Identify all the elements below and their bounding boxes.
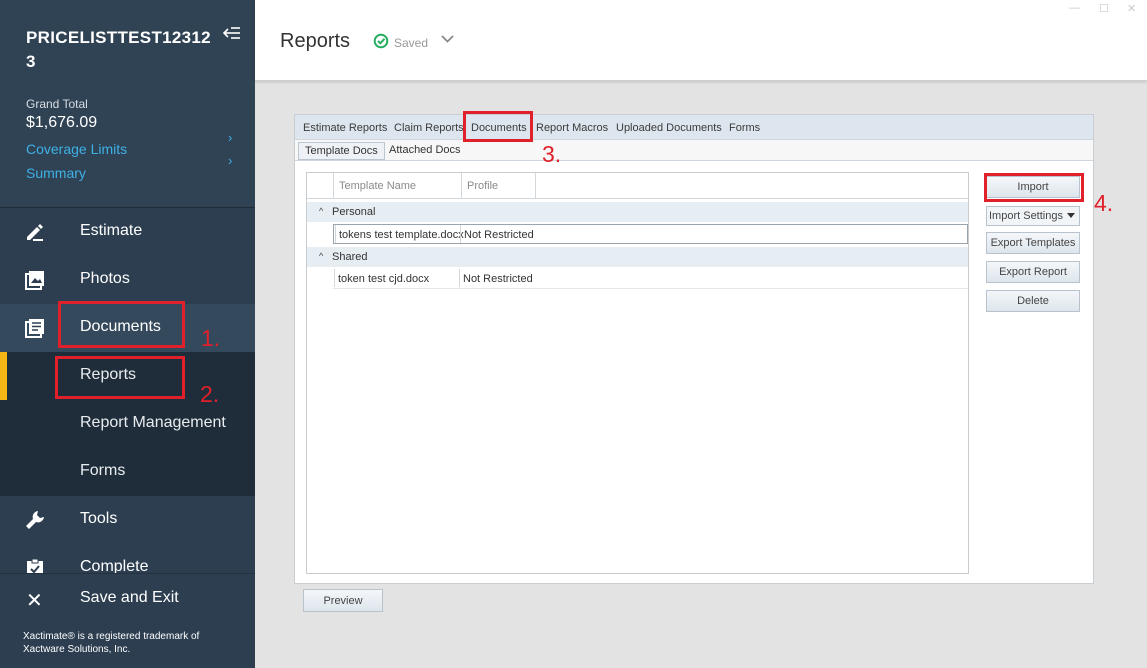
nav-estimate[interactable]: Estimate xyxy=(0,208,255,256)
column-header-profile[interactable]: Profile xyxy=(461,173,535,199)
minimize-icon[interactable]: — xyxy=(1069,2,1080,14)
reports-panel: Estimate Reports Claim Reports Documents… xyxy=(294,114,1094,584)
chevron-down-icon[interactable] xyxy=(441,34,454,44)
document-subtabs: Template Docs Attached Docs xyxy=(295,139,1093,161)
import-settings-label: Import Settings xyxy=(989,210,1063,222)
project-title: PRICELISTTEST123123 xyxy=(26,28,211,71)
nav-forms-label: Forms xyxy=(80,462,126,479)
group-row-personal[interactable]: ^ Personal xyxy=(307,202,968,222)
report-tabs: Estimate Reports Claim Reports Documents… xyxy=(295,115,1093,139)
page-title: Reports xyxy=(280,30,351,52)
grid-header: Template Name Profile xyxy=(307,173,968,199)
coverage-limits-link[interactable]: Coverage Limits xyxy=(26,141,127,157)
chevron-up-icon[interactable]: ^ xyxy=(319,251,323,261)
nav-estimate-label: Estimate xyxy=(80,222,143,239)
active-indicator xyxy=(0,352,7,400)
tab-forms[interactable]: Forms xyxy=(729,122,760,134)
template-name-cell: tokens test template.docx xyxy=(335,225,464,243)
subtab-template-docs[interactable]: Template Docs xyxy=(298,142,385,160)
profile-cell: Not Restricted xyxy=(460,225,534,243)
check-circle-icon xyxy=(373,33,389,49)
pencil-icon xyxy=(27,224,43,241)
group-label: Shared xyxy=(332,251,368,263)
close-icon[interactable]: ✕ xyxy=(26,588,43,613)
highlight-documents xyxy=(58,301,185,348)
highlight-import-button xyxy=(984,173,1084,202)
nav-forms[interactable]: Forms xyxy=(0,448,255,496)
summary-link[interactable]: Summary xyxy=(26,165,86,181)
save-exit-button[interactable]: Save and Exit xyxy=(80,589,179,607)
sidebar-footer: ✕ Save and Exit Xactimate® is a register… xyxy=(0,573,255,668)
tab-claim-reports[interactable]: Claim Reports xyxy=(394,122,464,134)
wrench-icon xyxy=(26,511,44,529)
highlight-reports xyxy=(55,356,185,399)
annotation-step-1: 1. xyxy=(201,325,221,351)
nav-tools-label: Tools xyxy=(80,510,118,527)
profile-cell: Not Restricted xyxy=(459,269,533,287)
project-summary: PRICELISTTEST123123 Grand Total $1,676.0… xyxy=(0,0,255,208)
annotation-step-4: 4. xyxy=(1094,190,1114,216)
tab-report-macros[interactable]: Report Macros xyxy=(536,122,608,134)
delete-button[interactable]: Delete xyxy=(986,290,1080,312)
templates-grid: Template Name Profile ^ Personal tokens … xyxy=(306,172,969,574)
chevron-right-icon[interactable]: › xyxy=(228,153,232,168)
row-selector-header xyxy=(307,173,333,199)
trademark-text: Xactimate® is a registered trademark of … xyxy=(23,631,200,655)
saved-status: Saved xyxy=(394,36,429,50)
collapse-sidebar-icon[interactable] xyxy=(222,26,242,44)
export-templates-button[interactable]: Export Templates xyxy=(986,232,1080,254)
dropdown-arrow-icon xyxy=(1067,213,1075,218)
chevron-right-icon[interactable]: › xyxy=(228,130,232,145)
import-settings-dropdown[interactable]: Import Settings xyxy=(986,206,1080,226)
preview-button[interactable]: Preview xyxy=(303,589,383,612)
nav-tools[interactable]: Tools xyxy=(0,496,255,544)
maximize-icon[interactable]: ☐ xyxy=(1099,2,1109,15)
page-header: Reports Saved — ☐ ✕ xyxy=(255,0,1147,81)
table-row[interactable]: token test cjd.docx Not Restricted xyxy=(333,269,968,289)
close-window-icon[interactable]: ✕ xyxy=(1127,2,1136,15)
group-label: Personal xyxy=(332,206,376,218)
column-header-template-name[interactable]: Template Name xyxy=(333,173,461,199)
documents-icon xyxy=(25,319,44,338)
column-header-empty xyxy=(535,173,968,199)
export-report-button[interactable]: Export Report xyxy=(986,261,1080,283)
nav-report-management-label: Report Management xyxy=(80,414,226,431)
grand-total-value: $1,676.09 xyxy=(26,114,98,131)
annotation-step-2: 2. xyxy=(200,381,220,407)
tab-estimate-reports[interactable]: Estimate Reports xyxy=(303,122,387,134)
nav-photos-label: Photos xyxy=(80,270,130,287)
template-name-cell: token test cjd.docx xyxy=(334,269,458,287)
annotation-step-3: 3. xyxy=(542,141,562,167)
table-row[interactable]: tokens test template.docx Not Restricted xyxy=(333,224,968,244)
photos-icon xyxy=(25,271,44,290)
highlight-documents-tab xyxy=(463,111,533,142)
group-row-shared[interactable]: ^ Shared xyxy=(307,247,968,267)
chevron-up-icon[interactable]: ^ xyxy=(319,206,323,216)
nav-photos[interactable]: Photos xyxy=(0,256,255,304)
subtab-attached-docs[interactable]: Attached Docs xyxy=(383,142,467,160)
tab-uploaded-documents[interactable]: Uploaded Documents xyxy=(616,122,722,134)
grand-total-label: Grand Total xyxy=(26,97,88,111)
